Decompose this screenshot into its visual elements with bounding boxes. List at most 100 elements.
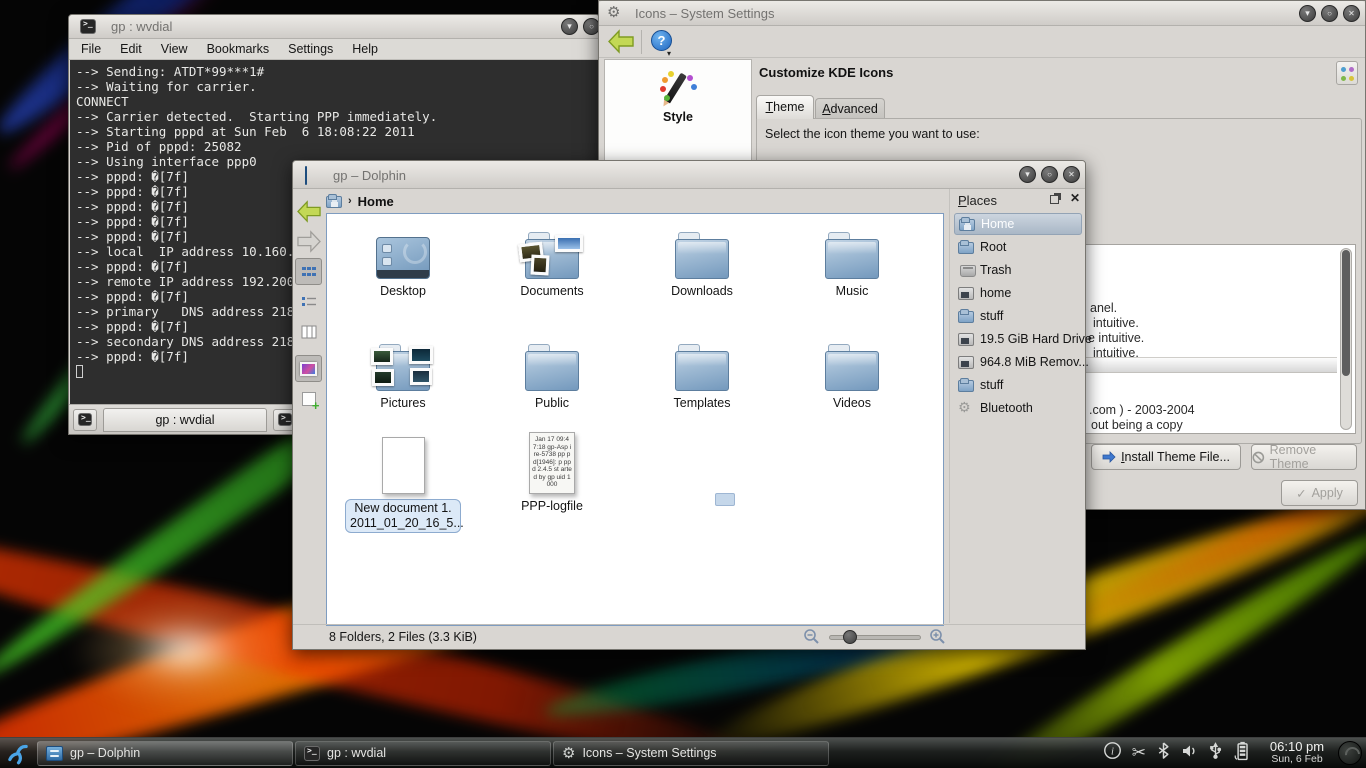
zoom-out-icon[interactable] [803, 628, 820, 648]
usb-device-icon[interactable] [1207, 742, 1224, 765]
places-item-home-drive[interactable]: home [954, 282, 1082, 304]
check-icon: ✓ [1296, 486, 1306, 501]
terminal-titlebar[interactable]: gp : wvdial [69, 15, 599, 39]
places-item-root[interactable]: Root [954, 236, 1082, 258]
clock-time: 06:10 pm [1260, 740, 1334, 753]
preview-icon [300, 362, 317, 376]
terminal-tab[interactable]: gp : wvdial [103, 408, 267, 432]
places-item-bluetooth[interactable]: ⚙ Bluetooth [954, 397, 1082, 419]
file-item-videos[interactable]: Videos [782, 339, 922, 411]
apply-label: Apply [1312, 486, 1343, 500]
file-item-pictures[interactable]: Pictures [333, 339, 473, 411]
minimize-button[interactable] [1019, 166, 1036, 183]
klipper-scissors-icon[interactable]: ✂ [1132, 743, 1146, 763]
file-item-desktop[interactable]: Desktop [333, 227, 473, 299]
launcher-button[interactable] [0, 740, 36, 766]
file-item-templates[interactable]: Templates [632, 339, 772, 411]
detach-panel-icon[interactable] [1050, 195, 1059, 204]
menu-settings[interactable]: Settings [288, 42, 333, 59]
menu-bookmarks[interactable]: Bookmarks [207, 42, 270, 59]
icons-view-button[interactable] [295, 258, 322, 285]
maximize-button[interactable] [1041, 166, 1058, 183]
terminal-line: --> Pid of pppd: 25082 [76, 139, 598, 154]
clock[interactable]: 06:10 pm Sun, 6 Feb [1260, 740, 1334, 766]
menu-edit[interactable]: Edit [120, 42, 142, 59]
back-button[interactable] [295, 198, 322, 225]
back-arrow-icon[interactable] [607, 29, 635, 54]
drag-ghost-artifact [715, 493, 735, 506]
bluetooth-icon[interactable] [1156, 741, 1171, 765]
taskbar-task-system-settings[interactable]: ⚙ Icons – System Settings [553, 741, 829, 766]
terminal-line: --> Starting pppd at Sun Feb 6 18:08:22 … [76, 124, 598, 139]
page-title: Customize KDE Icons [759, 65, 893, 80]
info-icon[interactable]: i [1103, 741, 1122, 765]
breadcrumb-home[interactable]: Home [358, 194, 394, 209]
sidebar-item-style[interactable]: Style [605, 68, 751, 124]
file-item-label: Music [782, 284, 922, 299]
style-icon [658, 68, 698, 108]
preview-button[interactable] [295, 355, 322, 382]
list-scrollbar-thumb[interactable] [1342, 250, 1350, 376]
file-item-downloads[interactable]: Downloads [632, 227, 772, 299]
folder-icon [675, 239, 729, 279]
file-item-label: PPP-logfile [482, 499, 622, 514]
zoom-slider[interactable] [843, 630, 857, 644]
details-view-button[interactable] [295, 288, 322, 315]
icon-grid-button[interactable] [1336, 61, 1358, 85]
places-item-label: stuff [980, 309, 1003, 323]
tab-advanced[interactable]: Advanced [815, 98, 885, 119]
status-text: 8 Folders, 2 Files (3.3 KiB) [329, 630, 477, 644]
menu-file[interactable]: File [81, 42, 101, 59]
folder-icon [958, 377, 974, 393]
split-view-button[interactable]: + [295, 385, 322, 412]
file-item-ppp-logfile[interactable]: Jan 17 09:4 7:18 gp-Asp ire-5738 pp pd[1… [482, 432, 622, 514]
new-tab-button[interactable] [73, 409, 97, 431]
file-item-public[interactable]: Public [482, 339, 622, 411]
close-button[interactable] [1343, 5, 1360, 22]
places-item-stuff[interactable]: stuff [954, 305, 1082, 327]
apply-button[interactable]: ✓ Apply [1281, 480, 1358, 506]
taskbar-task-dolphin[interactable]: gp – Dolphin [37, 741, 293, 766]
folder-icon [825, 351, 879, 391]
file-item-music[interactable]: Music [782, 227, 922, 299]
places-item-trash[interactable]: Trash [954, 259, 1082, 281]
tab-theme[interactable]: Theme [756, 95, 814, 119]
close-button[interactable] [1063, 166, 1080, 183]
list-scrollbar[interactable] [1340, 248, 1352, 430]
install-arrow-icon [1102, 451, 1116, 463]
task-label: gp – Dolphin [70, 746, 140, 760]
zoom-in-icon[interactable] [929, 628, 946, 648]
remove-theme-button[interactable]: Remove Theme [1251, 444, 1357, 470]
home-folder-icon[interactable] [326, 193, 342, 209]
file-item-new-document[interactable]: New document 1. 2011_01_20_16_5... [333, 432, 473, 533]
dolphin-statusbar: 8 Folders, 2 Files (3.3 KiB) [293, 624, 1085, 649]
menu-help[interactable]: Help [352, 42, 378, 59]
places-panel: Places ✕ Home Root Trash home stuff [949, 189, 1085, 623]
install-theme-file-button[interactable]: Install Theme File... [1091, 444, 1241, 470]
places-item-removable[interactable]: 964.8 MiB Remov... [954, 351, 1082, 373]
taskbar-task-wvdial[interactable]: gp : wvdial [295, 741, 551, 766]
terminal-window-title: gp : wvdial [111, 19, 172, 34]
close-panel-icon[interactable]: ✕ [1070, 191, 1080, 205]
system-settings-toolbar: ? [599, 26, 1365, 58]
places-item-home[interactable]: Home [954, 213, 1082, 235]
columns-view-button[interactable] [295, 318, 322, 345]
minimize-button[interactable] [1299, 5, 1316, 22]
places-item-label: Home [981, 217, 1014, 231]
places-item-hard-drive[interactable]: 19.5 GiB Hard Drive [954, 328, 1082, 350]
file-item-documents[interactable]: Documents [482, 227, 622, 299]
system-settings-titlebar[interactable]: ⚙ Icons – System Settings [599, 1, 1365, 26]
file-item-label: Desktop [333, 284, 473, 299]
dolphin-titlebar[interactable]: gp – Dolphin [293, 161, 1085, 189]
maximize-button[interactable] [1321, 5, 1338, 22]
battery-icon[interactable] [1234, 741, 1250, 766]
minimize-button[interactable] [561, 18, 578, 35]
toolbar-separator [641, 30, 642, 54]
plasma-cashew-icon[interactable] [1338, 741, 1362, 765]
volume-icon[interactable] [1181, 743, 1197, 764]
folder-icon [675, 351, 729, 391]
folder-view[interactable]: Desktop Documents Downloads Music [326, 213, 944, 626]
places-item-stuff-2[interactable]: stuff [954, 374, 1082, 396]
forward-button[interactable] [295, 228, 322, 255]
menu-view[interactable]: View [161, 42, 188, 59]
